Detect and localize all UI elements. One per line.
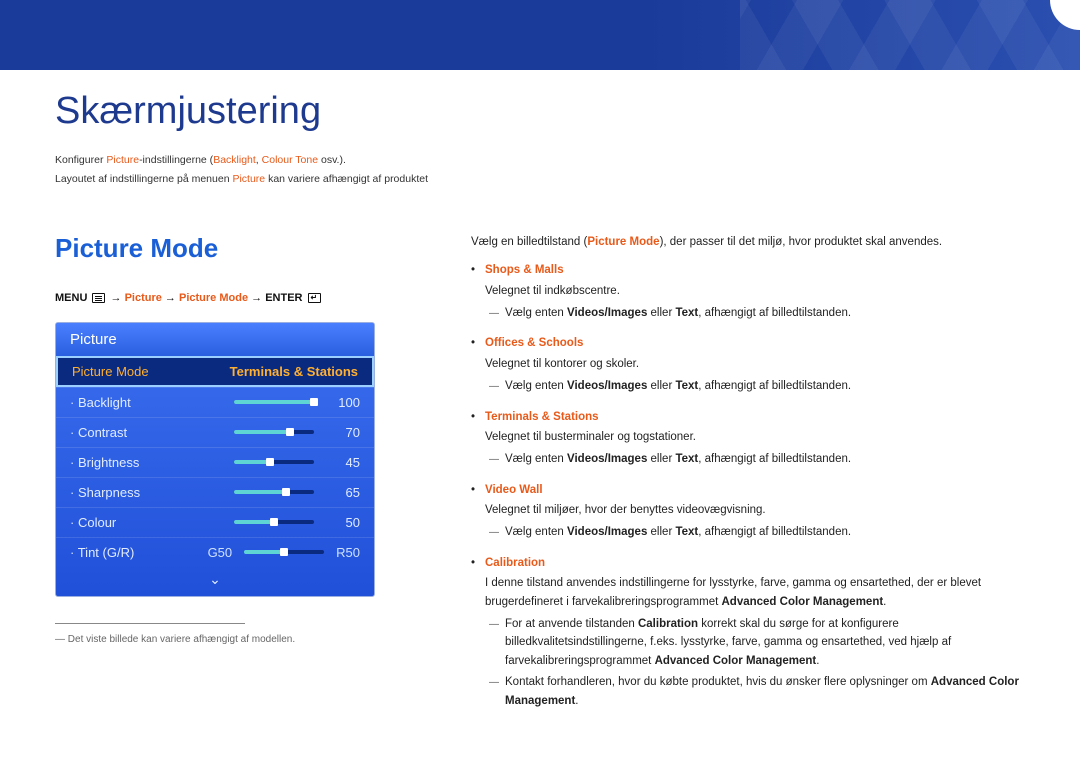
enter-icon bbox=[308, 293, 321, 303]
description-column: Vælg en billedtilstand (Picture Mode), d… bbox=[471, 233, 1025, 722]
slider-icon bbox=[234, 430, 314, 434]
footnote-rule bbox=[55, 623, 245, 624]
mode-calibration: Calibration I denne tilstand anvendes in… bbox=[485, 554, 1025, 710]
intro-text: Konfigurer Picture-indstillingerne (Back… bbox=[55, 151, 1025, 189]
slider-icon bbox=[234, 520, 314, 524]
header-band bbox=[0, 0, 1080, 70]
tint-slider-icon bbox=[244, 550, 324, 554]
slider-icon bbox=[234, 400, 314, 404]
osd-panel: Picture Picture Mode Terminals & Station… bbox=[55, 322, 375, 597]
slider-icon bbox=[234, 460, 314, 464]
mode-videowall: Video Wall Velegnet til miljøer, hvor de… bbox=[485, 481, 1025, 542]
page-title: Skærmjustering bbox=[55, 90, 1025, 133]
chevron-down-icon[interactable]: ⌄ bbox=[56, 567, 374, 596]
osd-row-brightness[interactable]: Brightness 45 bbox=[56, 447, 374, 477]
osd-selected-row[interactable]: Picture Mode Terminals & Stations bbox=[56, 356, 374, 387]
footnote: Det viste billede kan variere afhængigt … bbox=[55, 634, 375, 645]
mode-shops: Shops & Malls Velegnet til indkøbscentre… bbox=[485, 261, 1025, 322]
osd-row-backlight[interactable]: Backlight 100 bbox=[56, 387, 374, 417]
osd-row-sharpness[interactable]: Sharpness 65 bbox=[56, 477, 374, 507]
osd-selected-label: Picture Mode bbox=[72, 364, 149, 379]
mode-offices: Offices & Schools Velegnet til kontorer … bbox=[485, 334, 1025, 395]
section-heading: Picture Mode bbox=[55, 233, 375, 264]
menu-icon bbox=[92, 293, 105, 303]
mode-terminals: Terminals & Stations Velegnet til buster… bbox=[485, 408, 1025, 469]
osd-row-contrast[interactable]: Contrast 70 bbox=[56, 417, 374, 447]
osd-row-colour[interactable]: Colour 50 bbox=[56, 507, 374, 537]
menu-breadcrumb: MENU → Picture → Picture Mode → ENTER bbox=[55, 292, 375, 304]
osd-selected-value: Terminals & Stations bbox=[230, 364, 358, 379]
slider-icon bbox=[234, 490, 314, 494]
page-corner bbox=[1050, 0, 1080, 30]
osd-row-tint[interactable]: Tint (G/R) G50 R50 bbox=[56, 537, 374, 567]
osd-title: Picture bbox=[56, 323, 374, 356]
